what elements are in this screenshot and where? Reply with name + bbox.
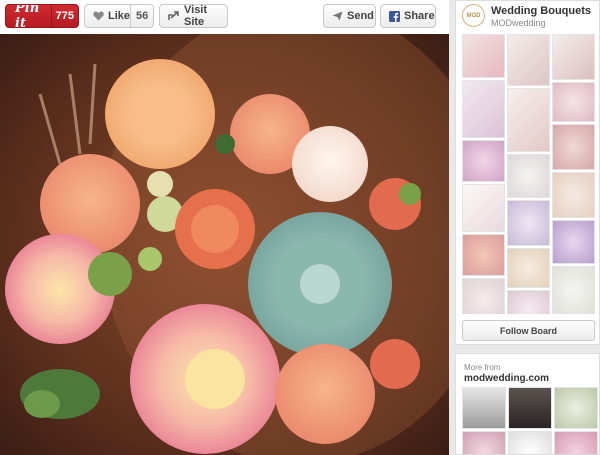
board-thumbnail[interactable] xyxy=(507,34,550,86)
board-thumbnail[interactable] xyxy=(507,88,550,152)
pin-toolbar: Pin it 775 Like 56 Visit Site Send Share xyxy=(0,0,449,34)
external-link-icon xyxy=(168,11,180,21)
pin-view: Pin it 775 Like 56 Visit Site Send Share xyxy=(0,0,449,455)
like-button[interactable]: Like 56 xyxy=(84,4,154,28)
board-thumbnail[interactable] xyxy=(462,34,505,78)
more-thumbnail[interactable] xyxy=(508,431,552,454)
board-title[interactable]: Wedding Bouquets xyxy=(491,5,591,17)
send-icon xyxy=(332,11,343,21)
board-thumbnail[interactable] xyxy=(462,278,505,314)
sidebar: MOD Wedding Bouquets MODwedding Follow B… xyxy=(455,0,600,455)
board-thumbnail[interactable] xyxy=(507,200,550,246)
board-thumbnail[interactable] xyxy=(552,124,595,170)
more-thumbnail[interactable] xyxy=(554,387,598,429)
send-button[interactable]: Send xyxy=(323,4,376,28)
board-thumbnail[interactable] xyxy=(552,172,595,218)
like-count: 56 xyxy=(130,5,153,27)
thumbnail-column xyxy=(552,34,595,314)
pin-count: 775 xyxy=(50,5,78,27)
board-thumbnail[interactable] xyxy=(462,234,505,276)
board-thumbnail[interactable] xyxy=(552,82,595,122)
thumbnail-column xyxy=(462,34,505,314)
like-label: Like xyxy=(108,10,131,22)
visit-site-button[interactable]: Visit Site xyxy=(159,4,228,28)
more-from-site-link[interactable]: modwedding.com xyxy=(464,373,549,384)
bouquet-photo xyxy=(0,34,449,455)
pin-it-button[interactable]: Pin it 775 xyxy=(5,4,79,28)
board-thumbnail-grid xyxy=(462,34,595,314)
more-from-label: More from xyxy=(464,363,501,372)
share-button[interactable]: Share xyxy=(380,4,436,28)
board-card: MOD Wedding Bouquets MODwedding Follow B… xyxy=(455,0,600,345)
board-thumbnail[interactable] xyxy=(552,220,595,264)
board-thumbnail[interactable] xyxy=(462,184,505,232)
send-label: Send xyxy=(347,10,374,22)
facebook-icon xyxy=(389,10,400,22)
more-thumbnail[interactable] xyxy=(462,431,506,454)
pin-it-label: Pin it xyxy=(15,4,40,28)
more-thumbnail[interactable] xyxy=(554,431,598,454)
board-header[interactable]: MOD Wedding Bouquets MODwedding xyxy=(462,4,597,30)
more-thumbnail[interactable] xyxy=(508,387,552,429)
board-thumbnail[interactable] xyxy=(507,248,550,288)
more-thumbnail[interactable] xyxy=(462,387,506,429)
more-from-card: More from modwedding.com xyxy=(455,353,600,455)
board-thumbnail[interactable] xyxy=(552,34,595,80)
heart-icon xyxy=(93,11,104,21)
board-thumbnail[interactable] xyxy=(552,266,595,314)
visit-site-label: Visit Site xyxy=(184,4,208,28)
board-thumbnail[interactable] xyxy=(507,290,550,314)
board-owner[interactable]: MODwedding xyxy=(491,18,546,28)
more-from-thumbnail-grid xyxy=(462,387,598,454)
board-thumbnail[interactable] xyxy=(507,154,550,198)
follow-board-button[interactable]: Follow Board xyxy=(462,320,595,341)
board-thumbnail[interactable] xyxy=(462,80,505,138)
board-thumbnail[interactable] xyxy=(462,140,505,182)
share-label: Share xyxy=(404,10,435,22)
board-avatar[interactable]: MOD xyxy=(462,4,485,27)
thumbnail-column xyxy=(507,34,550,314)
pin-image[interactable] xyxy=(0,34,449,455)
